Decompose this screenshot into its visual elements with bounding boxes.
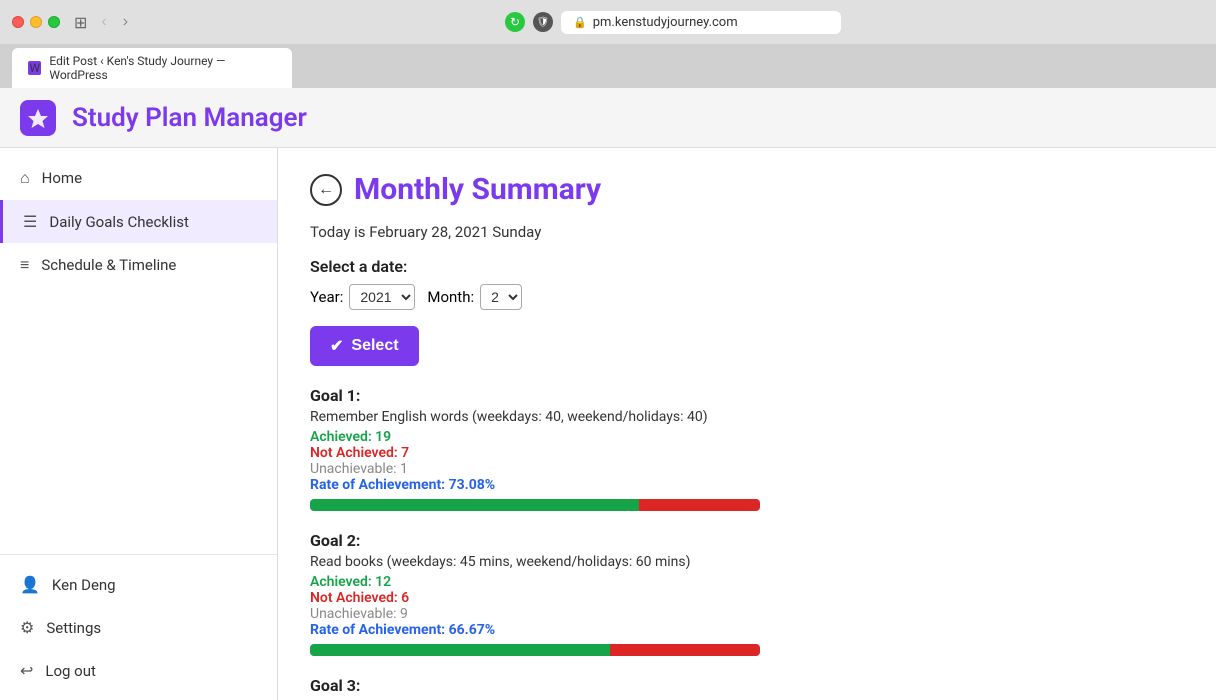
extension-shield-icon[interactable]: 🛡 xyxy=(533,12,553,32)
app-header: Study Plan Manager xyxy=(0,88,1216,148)
checklist-icon: ☰ xyxy=(23,212,37,231)
close-button[interactable] xyxy=(12,16,24,28)
home-icon: ⌂ xyxy=(20,168,30,188)
user-icon: 👤 xyxy=(20,575,40,594)
app-title: Study Plan Manager xyxy=(72,103,307,133)
goal-1-section: Goal 1: Remember English words (weekdays… xyxy=(310,386,1184,511)
goal-1-not-achieved: Not Achieved: 7 xyxy=(310,445,1184,461)
sidebar-nav: ⌂ Home ☰ Daily Goals Checklist ≡ Schedul… xyxy=(0,156,277,546)
tab-label: Edit Post ‹ Ken's Study Journey — WordPr… xyxy=(49,54,276,82)
goal-2-progress-bar xyxy=(310,644,760,656)
page-title: Monthly Summary xyxy=(354,172,601,207)
traffic-lights xyxy=(12,16,60,28)
goal-3-title: Goal 3: xyxy=(310,676,1184,695)
goal-1-title: Goal 1: xyxy=(310,386,1184,405)
sidebar-item-logout[interactable]: ↩ Log out xyxy=(0,649,277,692)
sidebar-item-settings[interactable]: ⚙ Settings xyxy=(0,606,277,649)
sidebar-item-schedule[interactable]: ≡ Schedule & Timeline xyxy=(0,243,277,287)
goal-1-achieved: Achieved: 19 xyxy=(310,429,1184,445)
main-content: ← Monthly Summary Today is February 28, … xyxy=(278,148,1216,700)
schedule-icon: ≡ xyxy=(20,255,29,275)
goal-1-rate: Rate of Achievement: 73.08% xyxy=(310,477,1184,493)
sidebar: ⌂ Home ☰ Daily Goals Checklist ≡ Schedul… xyxy=(0,148,278,700)
goal-2-desc: Read books (weekdays: 45 mins, weekend/h… xyxy=(310,554,1184,570)
goal-2-progress-red xyxy=(610,644,760,656)
year-select[interactable]: 2021 2020 2022 xyxy=(349,284,415,310)
titlebar: ⊞ ‹ › ↻ 🛡 🔒 pm.kenstudyjourney.com xyxy=(0,0,1216,44)
app-body: ⌂ Home ☰ Daily Goals Checklist ≡ Schedul… xyxy=(0,148,1216,700)
month-select[interactable]: 2 1 3 xyxy=(480,284,522,310)
goal-2-rate: Rate of Achievement: 66.67% xyxy=(310,622,1184,638)
sidebar-toggle-icon[interactable]: ⊞ xyxy=(74,13,87,32)
logout-icon: ↩ xyxy=(20,661,33,680)
address-text: pm.kenstudyjourney.com xyxy=(593,15,738,30)
app-logo xyxy=(20,100,56,136)
sidebar-item-user[interactable]: 👤 Ken Deng xyxy=(0,563,277,606)
date-inputs: Year: 2021 2020 2022 Month: 2 1 3 xyxy=(310,284,1184,310)
page-header: ← Monthly Summary xyxy=(310,172,1184,207)
back-button[interactable]: ← xyxy=(310,174,342,206)
select-button[interactable]: ✔ Select xyxy=(310,326,419,366)
goal-1-unachievable: Unachievable: 1 xyxy=(310,461,1184,477)
sidebar-logout-label: Log out xyxy=(45,662,96,680)
minimize-button[interactable] xyxy=(30,16,42,28)
year-group: Year: 2021 2020 2022 xyxy=(310,284,415,310)
goal-1-progress-bar xyxy=(310,499,760,511)
goal-2-progress-green xyxy=(310,644,610,656)
settings-icon: ⚙ xyxy=(20,618,34,637)
back-nav-button[interactable]: ‹ xyxy=(95,11,112,33)
select-button-label: Select xyxy=(351,337,398,355)
today-text: Today is February 28, 2021 Sunday xyxy=(310,223,1184,241)
sidebar-settings-label: Settings xyxy=(46,619,101,637)
app-wrapper: Study Plan Manager ⌂ Home ☰ Daily Goals … xyxy=(0,88,1216,700)
tab-bar: W Edit Post ‹ Ken's Study Journey — Word… xyxy=(0,44,1216,88)
goal-1-progress-green xyxy=(310,499,639,511)
goal-2-unachievable: Unachievable: 9 xyxy=(310,606,1184,622)
forward-nav-button[interactable]: › xyxy=(117,11,134,33)
sidebar-schedule-label: Schedule & Timeline xyxy=(41,256,176,274)
browser-chrome: ⊞ ‹ › ↻ 🛡 🔒 pm.kenstudyjourney.com W Edi… xyxy=(0,0,1216,88)
month-label: Month: xyxy=(427,288,474,306)
sidebar-item-home[interactable]: ⌂ Home xyxy=(0,156,277,200)
sidebar-user-label: Ken Deng xyxy=(52,576,116,594)
date-label: Select a date: xyxy=(310,257,1184,276)
year-label: Year: xyxy=(310,288,343,306)
sidebar-daily-goals-label: Daily Goals Checklist xyxy=(49,213,189,231)
goal-2-not-achieved: Not Achieved: 6 xyxy=(310,590,1184,606)
browser-center: ↻ 🛡 🔒 pm.kenstudyjourney.com xyxy=(142,11,1204,34)
browser-tab[interactable]: W Edit Post ‹ Ken's Study Journey — Word… xyxy=(12,48,292,88)
lock-icon: 🔒 xyxy=(573,16,587,29)
nav-buttons: ‹ › xyxy=(95,11,134,33)
tab-favicon: W xyxy=(28,61,41,75)
goal-1-desc: Remember English words (weekdays: 40, we… xyxy=(310,409,1184,425)
sidebar-home-label: Home xyxy=(42,169,82,187)
goal-1-progress-red xyxy=(639,499,760,511)
sidebar-bottom: 👤 Ken Deng ⚙ Settings ↩ Log out xyxy=(0,563,277,700)
goal-3-section: Goal 3: xyxy=(310,676,1184,695)
date-section: Select a date: Year: 2021 2020 2022 Mont… xyxy=(310,257,1184,310)
extension-refresh-icon[interactable]: ↻ xyxy=(505,12,525,32)
goal-2-section: Goal 2: Read books (weekdays: 45 mins, w… xyxy=(310,531,1184,656)
fullscreen-button[interactable] xyxy=(48,16,60,28)
month-group: Month: 2 1 3 xyxy=(427,284,522,310)
sidebar-item-daily-goals[interactable]: ☰ Daily Goals Checklist xyxy=(0,200,277,243)
goal-2-title: Goal 2: xyxy=(310,531,1184,550)
goal-2-achieved: Achieved: 12 xyxy=(310,574,1184,590)
address-bar[interactable]: 🔒 pm.kenstudyjourney.com xyxy=(561,11,841,34)
check-icon: ✔ xyxy=(330,336,343,356)
sidebar-divider xyxy=(0,554,277,555)
